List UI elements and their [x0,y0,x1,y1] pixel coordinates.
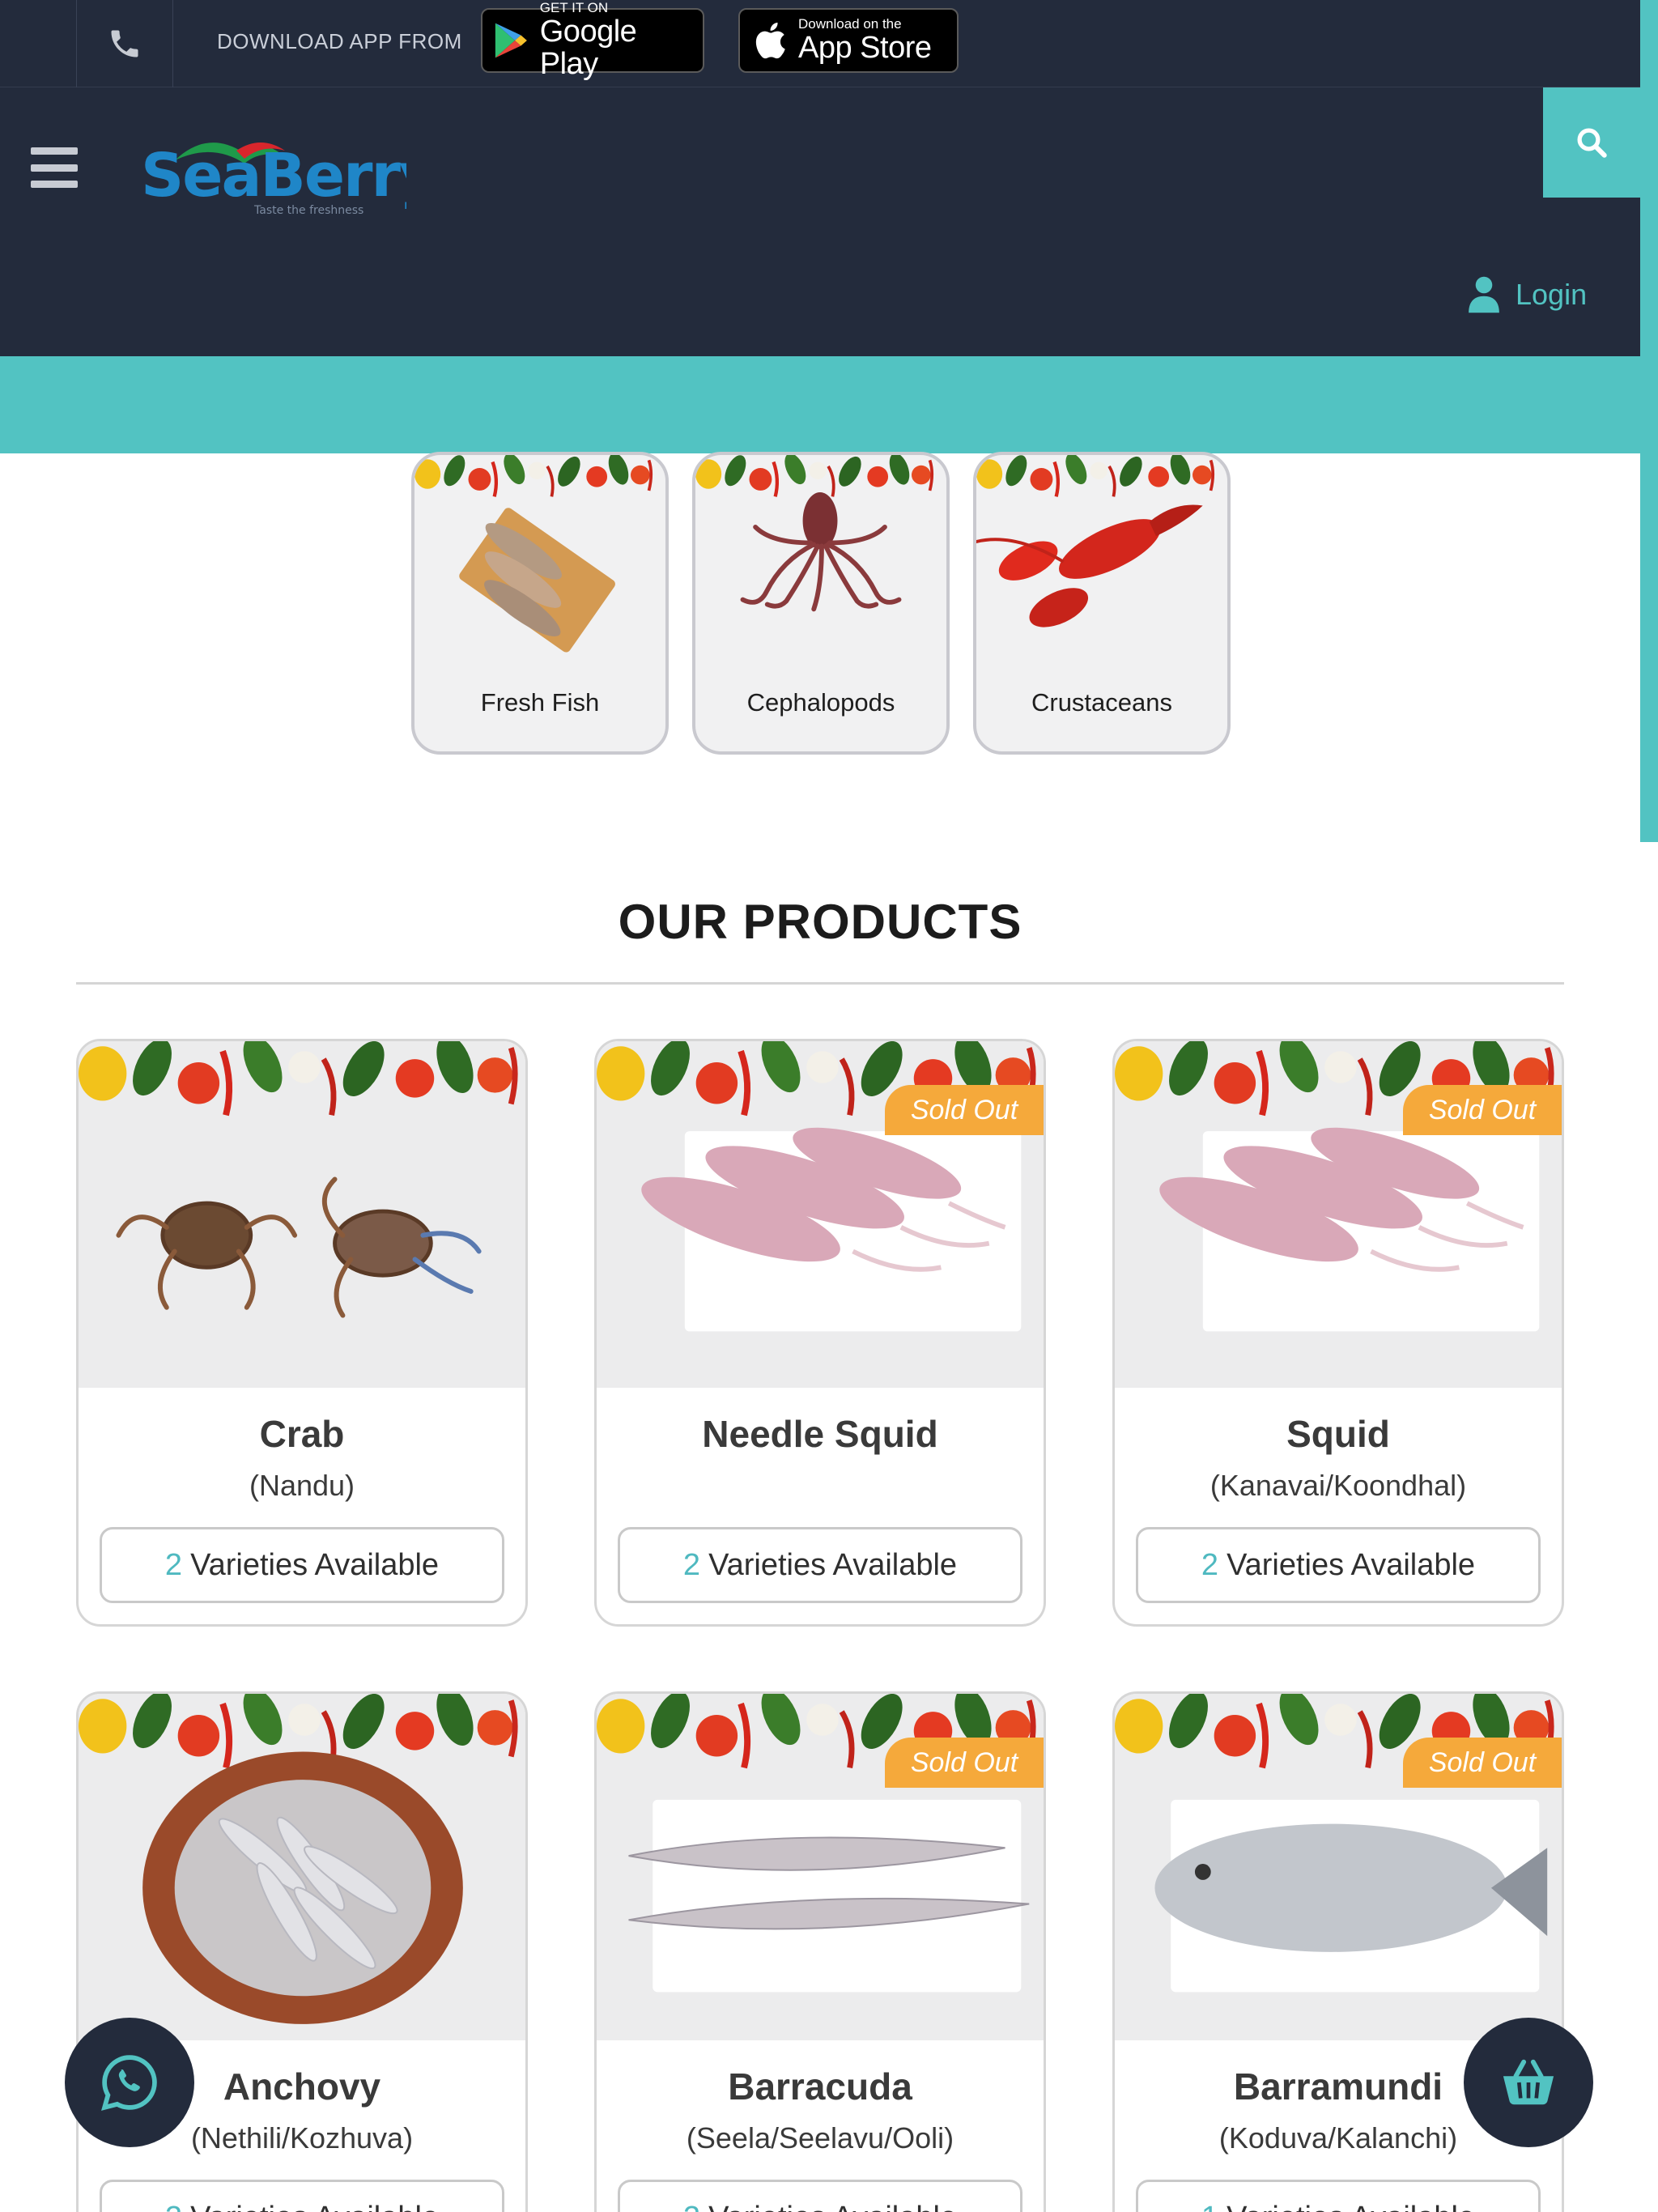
phone-icon [111,30,138,57]
varieties-button[interactable]: 2 Varieties Available [1136,1527,1541,1603]
whatsapp-icon [101,2055,157,2111]
app-store-button[interactable]: Download on the App Store [738,8,959,73]
whatsapp-button[interactable] [65,2018,194,2147]
cart-button[interactable] [1464,2018,1593,2147]
sold-out-badge: Sold Out [885,1085,1044,1135]
seaberry-logo[interactable]: SeaBerry Taste the freshness [139,123,439,220]
section-divider [76,982,1564,985]
category-cephalopods[interactable]: Cephalopods [692,452,950,755]
category-name: Crustaceans [1031,688,1173,717]
varieties-button[interactable]: 1 Varieties Available [1136,2180,1541,2212]
fresh-fish-image [414,455,665,653]
varieties-label: Varieties Available [708,2201,957,2212]
varieties-label: Varieties Available [708,1547,958,1582]
varieties-count: 2 [165,2201,182,2212]
teal-banner [0,356,1640,453]
download-bar: DOWNLOAD APP FROM GET IT ON Google Play … [0,0,1640,87]
product-card-crab[interactable]: Crab (Nandu) 2 Varieties Available [76,1039,528,1627]
svg-text:Taste the freshness: Taste the freshness [253,204,363,217]
download-app-label: DOWNLOAD APP FROM [217,29,462,53]
sold-out-badge: Sold Out [1403,1085,1562,1135]
svg-text:SeaBerry: SeaBerry [141,141,406,211]
varieties-count: 2 [682,1547,701,1582]
varieties-label: Varieties Available [1226,2201,1475,2212]
product-local-name: (Seela/Seelavu/Ooli) [686,2121,954,2155]
google-play-small-text: GET IT ON [539,0,609,15]
product-card-squid[interactable]: Sold Out Squid (Kanavai/Koondhal) 2 Vari… [1112,1039,1564,1627]
varieties-button[interactable]: 2 Varieties Available [100,1527,504,1603]
phone-button[interactable] [76,0,173,87]
varieties-count: 2 [1201,1547,1219,1582]
seaberry-logo-graphic: SeaBerry Taste the freshness [141,141,439,217]
app-store-small-text: Download on the [798,16,902,32]
varieties-button[interactable]: 2 Varieties Available [618,2180,1022,2212]
search-icon [1577,128,1607,158]
products-section-title: OUR PRODUCTS [618,895,1022,949]
product-card-barracuda[interactable]: Sold Out Barracuda (Seela/Seelavu/Ooli) … [594,1691,1046,2212]
product-local-name: (Nandu) [249,1469,355,1502]
lobster-image [976,455,1227,627]
google-play-button[interactable]: GET IT ON Google Play [481,1,704,80]
user-icon [1469,276,1499,313]
product-name: Needle Squid [702,1413,938,1455]
product-name: Barracuda [728,2065,912,2108]
varieties-count: 2 [164,1547,183,1582]
login-link[interactable]: Login [1467,275,1587,314]
scrollbar[interactable] [1640,0,1658,842]
basket-icon [1503,2059,1554,2105]
octopus-image [695,455,946,612]
category-name: Cephalopods [746,688,895,717]
sold-out-badge: Sold Out [885,1738,1044,1788]
google-play-big-text: Google Play [539,15,637,81]
site-header: SeaBerry Taste the freshness Login [0,87,1640,356]
search-button[interactable] [1543,87,1640,198]
product-name: Crab [259,1413,345,1455]
menu-hamburger-icon[interactable] [31,147,78,188]
varieties-label: Varieties Available [1226,1547,1476,1582]
varieties-button[interactable]: 2 Varieties Available [618,1527,1022,1603]
category-fresh-fish[interactable]: Fresh Fish [411,452,669,755]
app-store-big-text: App Store [798,31,932,65]
category-name: Fresh Fish [480,688,600,717]
varieties-label: Varieties Available [190,1547,440,1582]
apple-icon [755,22,785,59]
product-card-needle-squid[interactable]: Sold Out Needle Squid 2 Varieties Availa… [594,1039,1046,1627]
sold-out-badge: Sold Out [1403,1738,1562,1788]
product-local-name: (Kanavai/Koondhal) [1209,1469,1467,1502]
product-name: Squid [1286,1413,1390,1455]
category-crustaceans[interactable]: Crustaceans [973,452,1231,755]
login-label: Login [1516,278,1588,311]
varieties-count: 1 [1201,2201,1218,2212]
google-play-icon [495,23,527,58]
varieties-label: Varieties Available [190,2201,439,2212]
varieties-count: 2 [683,2201,700,2212]
crab-image [79,1041,525,1388]
varieties-button[interactable]: 2 Varieties Available [100,2180,504,2212]
anchovy-image [79,1694,525,2040]
